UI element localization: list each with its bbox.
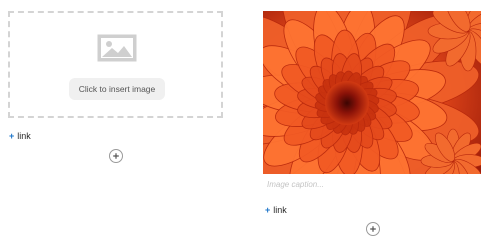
image-placeholder[interactable]: Click to insert image [8, 11, 223, 118]
plus-icon [113, 153, 119, 159]
plus-icon [370, 226, 376, 232]
add-block-button-left[interactable] [109, 149, 123, 163]
add-block-button-right[interactable] [366, 222, 380, 236]
link-label: link [273, 205, 287, 215]
add-link-right[interactable]: + link [265, 205, 287, 215]
flower-photo [263, 11, 481, 174]
image-photo[interactable] [263, 11, 481, 174]
insert-image-button[interactable]: Click to insert image [69, 78, 165, 100]
plus-icon: + [9, 131, 15, 141]
image-caption-input[interactable]: Image caption... [267, 180, 477, 189]
image-icon [97, 34, 137, 62]
link-label: link [17, 131, 31, 141]
add-link-left[interactable]: + link [9, 131, 31, 141]
plus-icon: + [265, 205, 271, 215]
